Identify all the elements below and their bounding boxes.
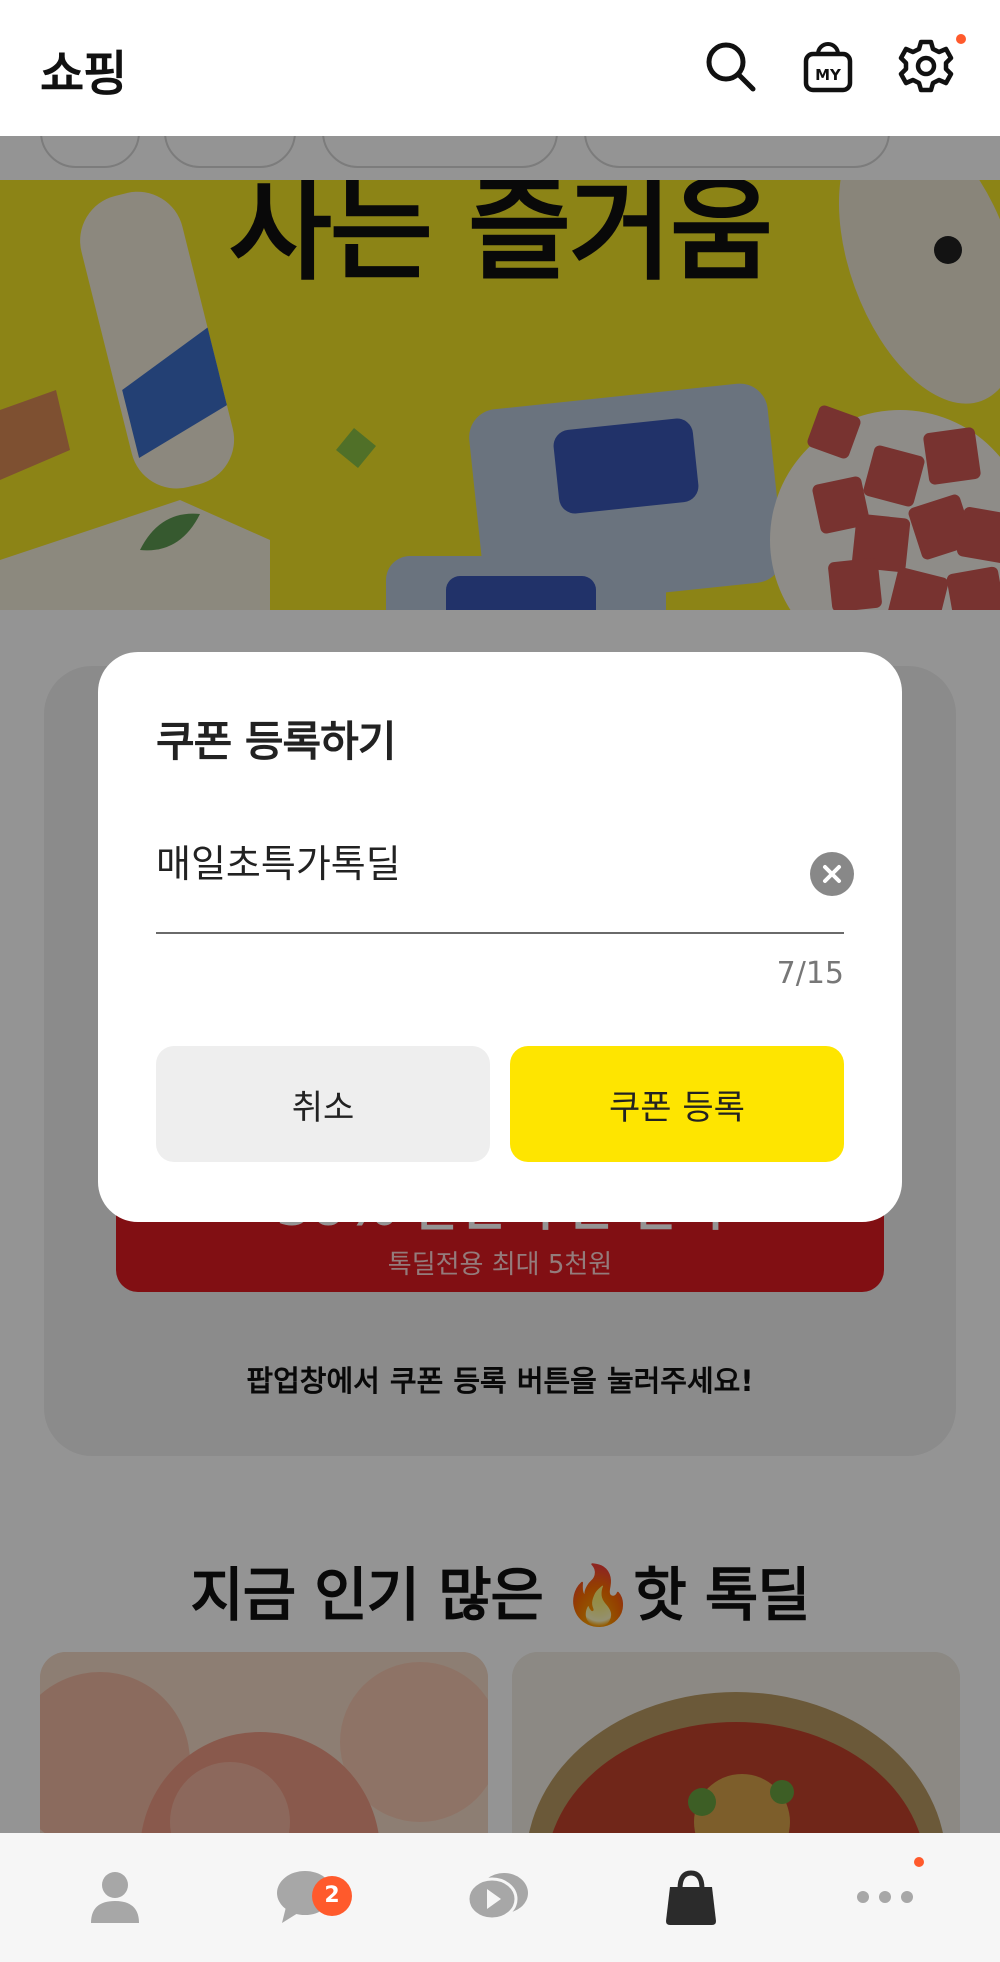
register-coupon-button[interactable]: 쿠폰 등록 xyxy=(510,1046,844,1162)
coupon-register-dialog: 쿠폰 등록하기 7/15 취소 쿠폰 등록 xyxy=(98,652,902,1222)
my-shopping-bag-icon[interactable]: MY xyxy=(796,34,860,98)
search-icon[interactable] xyxy=(698,34,762,98)
svg-text:MY: MY xyxy=(815,66,842,84)
cancel-button[interactable]: 취소 xyxy=(156,1046,490,1162)
clear-input-icon[interactable] xyxy=(810,852,854,896)
character-counter: 7/15 xyxy=(776,956,844,991)
settings-notification-dot xyxy=(956,34,966,44)
nav-shopping-bag-icon[interactable] xyxy=(658,1867,724,1927)
chat-unread-badge: 2 xyxy=(312,1876,352,1916)
more-notification-dot xyxy=(914,1857,924,1867)
coupon-code-input[interactable] xyxy=(156,832,844,888)
bottom-nav xyxy=(0,1833,1000,1962)
page-title: 쇼핑 xyxy=(40,46,127,102)
dialog-title: 쿠폰 등록하기 xyxy=(156,717,396,766)
nav-more-dots-icon[interactable] xyxy=(852,1867,918,1927)
nav-view-play-icon[interactable] xyxy=(464,1867,530,1927)
input-underline xyxy=(156,932,844,934)
top-header: 쇼핑 MY xyxy=(0,0,1000,136)
nav-friends-person-icon[interactable] xyxy=(82,1867,148,1927)
settings-gear-icon[interactable] xyxy=(894,34,958,98)
